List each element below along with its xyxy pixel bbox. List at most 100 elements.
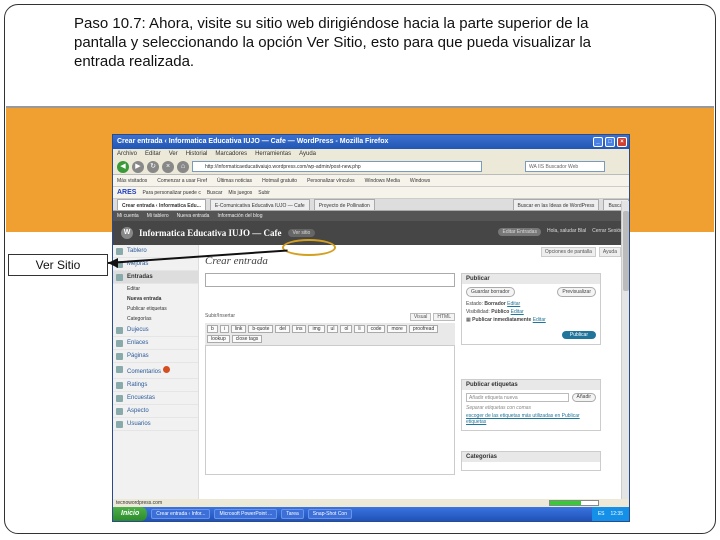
quicktag-button[interactable]: del xyxy=(275,325,291,333)
bookmark-item[interactable]: Comenzar a usar Firef xyxy=(157,175,207,186)
sidebar-sub-categorias[interactable]: Categorías xyxy=(113,314,198,324)
greeting[interactable]: Hola, saludar Blal xyxy=(547,228,586,236)
post-title-input[interactable] xyxy=(205,273,455,287)
sidebar-item-dujecus[interactable]: Dujecus xyxy=(113,324,198,337)
status-text: tecnowordpress.com xyxy=(116,500,163,506)
help-button[interactable]: Ayuda xyxy=(598,247,621,257)
quicktag-button[interactable]: img xyxy=(308,325,325,333)
links-icon xyxy=(116,340,123,347)
menu-item[interactable]: Editar xyxy=(145,149,161,159)
menu-item[interactable]: Ver xyxy=(169,149,178,159)
sidebar-item-enlaces[interactable]: Enlaces xyxy=(113,337,198,350)
tab-visual[interactable]: Visual xyxy=(409,313,432,321)
tab-pollination[interactable]: Proyecto de Pollination xyxy=(313,199,375,210)
sidebar-sub-etiquetas[interactable]: Publicar etiquetas xyxy=(113,304,198,314)
home-icon[interactable]: ⌂ xyxy=(177,160,189,173)
quicktag-button[interactable]: ins xyxy=(292,325,307,333)
tab-crear-entrada[interactable]: Crear entrada ‹ Informatica Edu... xyxy=(117,199,206,210)
url-bar[interactable]: http://informaticaeducativaiujo.wordpres… xyxy=(192,161,482,172)
menu-item[interactable]: Historial xyxy=(186,149,208,159)
search-ideas-input[interactable]: Buscar en las Ideas de WordPress xyxy=(512,199,600,210)
status-bar: tecnowordpress.com xyxy=(113,499,629,507)
quicktag-button[interactable]: more xyxy=(387,325,407,333)
quicktag-button[interactable]: ul xyxy=(326,325,339,333)
sidebar-sub-nueva-entrada[interactable]: Nueva entrada xyxy=(113,294,198,304)
publish-button[interactable]: Publicar xyxy=(561,331,596,339)
tags-box: Publicar etiquetas Añadir etiqueta nueva… xyxy=(461,379,601,431)
bookmark-item[interactable]: Personalizar vínculos xyxy=(307,175,355,186)
close-icon[interactable]: × xyxy=(617,137,627,147)
menu-item[interactable]: Archivo xyxy=(117,149,137,159)
quicktag-button[interactable]: i xyxy=(219,325,229,333)
new-tag-input[interactable]: Añadir etiqueta nueva xyxy=(466,393,569,402)
status-edit-link[interactable]: Editar xyxy=(507,301,520,307)
menu-item[interactable]: Ayuda xyxy=(299,149,316,159)
bookmark-item[interactable]: Más visitados xyxy=(117,175,147,186)
sidebar-item-usuarios[interactable]: Usuarios xyxy=(113,418,198,431)
status-value: Borrador xyxy=(484,301,506,307)
bookmark-item[interactable]: Windows Media xyxy=(365,175,400,186)
toolbar-item[interactable]: Subir xyxy=(258,187,270,198)
reload-icon[interactable]: ↻ xyxy=(147,160,159,173)
add-tag-button[interactable]: Añadir xyxy=(571,393,596,402)
sidebar-item-ratings[interactable]: Ratings xyxy=(113,379,198,392)
taskbar-item[interactable]: Tarea xyxy=(281,509,304,519)
bookmark-item[interactable]: Hotmail gratuito xyxy=(262,175,297,186)
back-icon[interactable]: ◀ xyxy=(117,160,129,173)
logout-link[interactable]: Cerrar Sesión xyxy=(592,228,623,236)
upload-insert-label[interactable]: Subir/Insertar xyxy=(205,313,235,321)
tab-comunicativa[interactable]: E-Comunicativa Educativa IUJO — Cafe xyxy=(209,199,310,210)
language-indicator[interactable]: ES xyxy=(598,507,605,521)
site-title[interactable]: Informatica Educativa IUJO — Cafe xyxy=(139,228,282,238)
sidebar-item-encuestas[interactable]: Encuestas xyxy=(113,392,198,405)
start-button[interactable]: Inicio xyxy=(113,507,148,521)
menu-item[interactable]: Marcadores xyxy=(215,149,247,159)
popular-tags-link[interactable]: escoger de las etiquetas más utilizadas … xyxy=(466,413,580,425)
sidebar-item-comentarios[interactable]: Comentarios xyxy=(113,363,198,379)
adminbar-item[interactable]: Información del blog xyxy=(217,211,262,221)
quicktag-button[interactable]: b xyxy=(207,325,218,333)
sidebar-item-paginas[interactable]: Páginas xyxy=(113,350,198,363)
quicktag-button[interactable]: b-quote xyxy=(248,325,274,333)
quicktag-button[interactable]: proofread xyxy=(408,325,439,333)
page-scrollbar[interactable] xyxy=(621,201,629,501)
ver-sitio-button[interactable]: Ver sitio xyxy=(287,229,316,237)
browser-search-input[interactable]: WA IIS Buscador Web xyxy=(525,161,605,172)
quicktag-button[interactable]: link xyxy=(230,325,247,333)
menu-item[interactable]: Herramientas xyxy=(255,149,291,159)
toolbar-item[interactable]: Mis juegos xyxy=(228,187,252,198)
visibility-edit-link[interactable]: Editar xyxy=(511,309,524,315)
taskbar-item[interactable]: Microsoft PowerPoint ... xyxy=(214,509,278,519)
tab-html[interactable]: HTML xyxy=(433,313,455,321)
quicktag-button[interactable]: ol xyxy=(340,325,353,333)
quicktag-button[interactable]: lookup xyxy=(207,335,230,343)
adminbar-item[interactable]: Mi tablero xyxy=(147,211,169,221)
adminbar-item[interactable]: Nueva entrada xyxy=(177,211,210,221)
taskbar-item[interactable]: Snap-Shot Con xyxy=(307,509,352,519)
minimize-icon[interactable]: _ xyxy=(593,137,603,147)
toolbar-item[interactable]: Buscar xyxy=(207,187,223,198)
scrollbar-thumb[interactable] xyxy=(623,211,629,291)
toolbar-item[interactable]: Para personalizar puede c xyxy=(142,187,200,198)
publish-edit-link[interactable]: Editar xyxy=(533,317,546,323)
post-content-editor[interactable] xyxy=(205,345,455,475)
screen-options-button[interactable]: Opciones de pantalla xyxy=(540,247,596,257)
sidebar-sub-editar[interactable]: Editar xyxy=(113,284,198,294)
bookmark-item[interactable]: Windows xyxy=(410,175,430,186)
quicktag-button[interactable]: close tags xyxy=(231,335,263,343)
preview-button[interactable]: Previsualizar xyxy=(557,287,596,297)
forward-icon[interactable]: ▶ xyxy=(132,160,144,173)
taskbar-item[interactable]: Crear entrada ‹ Infor... xyxy=(151,509,211,519)
adminbar-item[interactable]: Mi cuenta xyxy=(117,211,139,221)
save-draft-button[interactable]: Guardar borrador xyxy=(466,287,515,297)
bookmark-item[interactable]: Últimas noticias xyxy=(217,175,252,186)
bookmarks-bar: Más visitados Comenzar a usar Firef Últi… xyxy=(113,175,629,187)
quicktag-button[interactable]: code xyxy=(366,325,386,333)
quicktag-button[interactable]: li xyxy=(354,325,365,333)
sidebar-item-aspecto[interactable]: Aspecto xyxy=(113,405,198,418)
stop-icon[interactable]: × xyxy=(162,160,174,173)
edit-entries-dropdown[interactable]: Editar Entradas xyxy=(498,228,541,236)
posts-icon xyxy=(116,274,123,281)
maximize-icon[interactable]: □ xyxy=(605,137,615,147)
sidebar-item-entradas[interactable]: Entradas xyxy=(113,271,198,284)
